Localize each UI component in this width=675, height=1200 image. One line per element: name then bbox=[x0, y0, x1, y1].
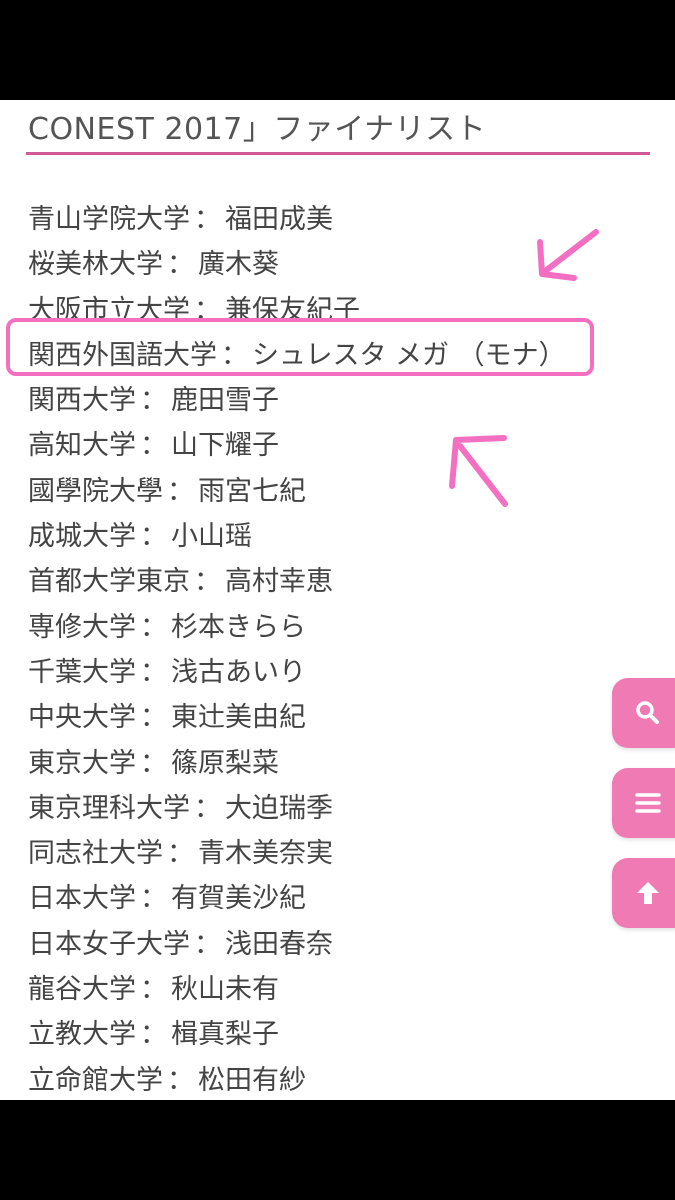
university-name: 立命館大学 bbox=[28, 1064, 163, 1096]
list-item: 関西大学：鹿田雪子 bbox=[28, 378, 566, 423]
separator: ： bbox=[167, 838, 194, 870]
finalist-name: 篠原梨菜 bbox=[171, 747, 279, 779]
page-heading: CONEST 2017」ファイナリスト bbox=[28, 112, 487, 147]
university-name: 國學院大學 bbox=[28, 475, 163, 507]
menu-icon bbox=[635, 793, 661, 813]
university-name: 青山学院大学 bbox=[28, 204, 190, 235]
separator: ： bbox=[140, 1019, 167, 1051]
finalist-name: 楫真梨子 bbox=[171, 1019, 279, 1051]
list-item: 東京大学：篠原梨菜 bbox=[28, 741, 566, 786]
finalist-name: 浅田春奈 bbox=[225, 928, 333, 960]
list-item: 成城大学：小山瑶 bbox=[28, 514, 566, 559]
list-item: 桜美林大学：廣木葵 bbox=[28, 242, 566, 287]
list-item: 立教大学：楫真梨子 bbox=[28, 1012, 566, 1057]
finalist-name: 有賀美沙紀 bbox=[171, 883, 306, 915]
finalist-name: 松田有紗 bbox=[198, 1064, 306, 1096]
university-name: 日本女子大学 bbox=[28, 928, 190, 960]
separator: ： bbox=[140, 656, 167, 688]
search-button[interactable] bbox=[612, 678, 675, 748]
finalist-name: 青木美奈実 bbox=[198, 838, 333, 870]
university-name: 東京大学 bbox=[28, 747, 136, 779]
separator: ： bbox=[167, 249, 194, 281]
list-item: 青山学院大学：福田成美 bbox=[28, 197, 566, 242]
university-name: 日本大学 bbox=[28, 883, 136, 915]
list-item: 首都大学東京：高村幸恵 bbox=[28, 559, 566, 604]
arrow-up-icon bbox=[637, 882, 659, 904]
finalist-name: 大迫瑞季 bbox=[225, 792, 333, 824]
university-name: 関西大学 bbox=[28, 385, 136, 417]
finalist-name: 鹿田雪子 bbox=[171, 385, 279, 417]
university-name: 中央大学 bbox=[28, 702, 136, 734]
list-item: 中央大学：東辻美由紀 bbox=[28, 695, 566, 740]
separator: ： bbox=[194, 204, 221, 235]
finalist-name: 杉本きらら bbox=[171, 611, 306, 643]
separator: ： bbox=[140, 747, 167, 779]
arrow-annotation-top bbox=[537, 229, 599, 281]
finalist-name: 高村幸恵 bbox=[225, 566, 333, 598]
heading-underline bbox=[26, 152, 650, 155]
university-name: 立教大学 bbox=[28, 1019, 136, 1051]
finalist-name: 東辻美由紀 bbox=[171, 702, 306, 734]
finalist-name: 廣木葵 bbox=[198, 249, 279, 281]
list-item: 東京理科大学：大迫瑞季 bbox=[28, 786, 566, 831]
separator: ： bbox=[167, 1064, 194, 1096]
list-item: 千葉大学：浅古あいり bbox=[28, 650, 566, 695]
list-item: 日本女子大学：浅田春奈 bbox=[28, 922, 566, 967]
separator: ： bbox=[140, 521, 167, 553]
list-item: 同志社大学：青木美奈実 bbox=[28, 831, 566, 876]
arrow-annotation-bottom bbox=[449, 435, 508, 507]
university-name: 高知大学 bbox=[28, 430, 136, 462]
university-name: 龍谷大学 bbox=[28, 974, 136, 1006]
highlight-circle bbox=[6, 318, 594, 376]
university-name: 首都大学東京 bbox=[28, 566, 190, 598]
university-name: 専修大学 bbox=[28, 611, 136, 643]
university-name: 東京理科大学 bbox=[28, 792, 190, 824]
finalist-name: 浅古あいり bbox=[171, 656, 306, 688]
separator: ： bbox=[140, 430, 167, 462]
list-item: 立命館大学：松田有紗 bbox=[28, 1058, 566, 1100]
separator: ： bbox=[194, 792, 221, 824]
separator: ： bbox=[140, 702, 167, 734]
university-name: 桜美林大学 bbox=[28, 249, 163, 281]
separator: ： bbox=[194, 566, 221, 598]
finalist-name: 福田成美 bbox=[225, 204, 333, 235]
university-name: 千葉大学 bbox=[28, 656, 136, 688]
separator: ： bbox=[140, 974, 167, 1006]
finalist-name: 山下耀子 bbox=[171, 430, 279, 462]
separator: ： bbox=[194, 928, 221, 960]
list-item: 専修大学：杉本きらら bbox=[28, 605, 566, 650]
menu-button[interactable] bbox=[612, 768, 675, 838]
university-name: 同志社大学 bbox=[28, 838, 163, 870]
back-to-top-button[interactable] bbox=[612, 858, 675, 928]
finalist-name: 秋山未有 bbox=[171, 974, 279, 1006]
list-item: 龍谷大学：秋山未有 bbox=[28, 967, 566, 1012]
university-name: 成城大学 bbox=[28, 521, 136, 553]
separator: ： bbox=[140, 385, 167, 417]
search-icon bbox=[636, 701, 659, 724]
separator: ： bbox=[167, 475, 194, 507]
list-item: 日本大学：有賀美沙紀 bbox=[28, 876, 566, 921]
finalist-name: 雨宮七紀 bbox=[198, 475, 306, 507]
web-page: CONEST 2017」ファイナリスト 青山学院大学：福田成美 桜美林大学：廣木… bbox=[0, 100, 675, 1100]
finalist-name: 小山瑶 bbox=[171, 521, 252, 553]
separator: ： bbox=[140, 611, 167, 643]
separator: ： bbox=[140, 883, 167, 915]
